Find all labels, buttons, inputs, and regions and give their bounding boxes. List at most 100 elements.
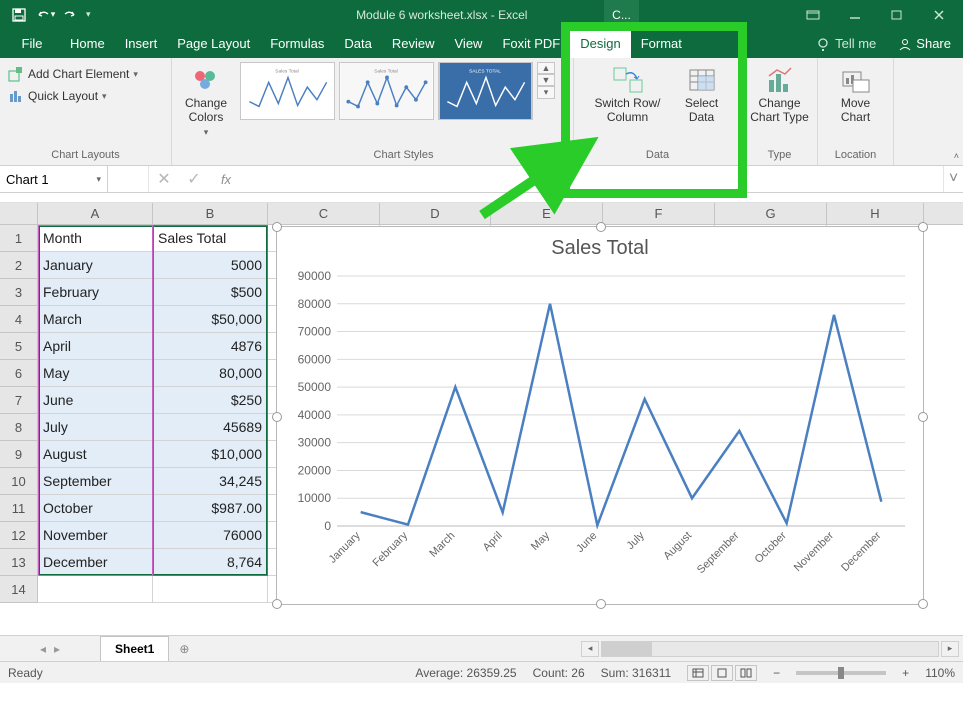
cell[interactable]: January (38, 252, 153, 279)
cell[interactable]: September (38, 468, 153, 495)
row-header[interactable]: 1 (0, 225, 38, 252)
row-header[interactable]: 4 (0, 306, 38, 333)
gallery-up-button[interactable]: ▲ (537, 62, 555, 74)
row-header[interactable]: 3 (0, 279, 38, 306)
redo-button[interactable] (60, 5, 82, 25)
gallery-more-button[interactable]: ▾ (537, 86, 555, 99)
tab-file[interactable]: File (4, 29, 60, 58)
column-header-g[interactable]: G (715, 203, 827, 224)
move-chart-button[interactable]: Move Chart (837, 62, 875, 129)
chart-plot-area[interactable]: 0100002000030000400005000060000700008000… (277, 266, 925, 596)
cell[interactable]: $10,000 (153, 441, 268, 468)
cell[interactable]: $500 (153, 279, 268, 306)
column-header-a[interactable]: A (38, 203, 153, 224)
share-button[interactable]: Share (886, 29, 963, 58)
sheet-nav-next[interactable]: ▸ (54, 642, 60, 656)
row-header[interactable]: 2 (0, 252, 38, 279)
row-header[interactable]: 6 (0, 360, 38, 387)
cell[interactable]: December (38, 549, 153, 576)
cell[interactable]: April (38, 333, 153, 360)
row-header[interactable]: 7 (0, 387, 38, 414)
select-all-corner[interactable] (0, 203, 38, 224)
tab-view[interactable]: View (445, 29, 493, 58)
zoom-out-button[interactable]: − (773, 666, 780, 680)
enter-formula-button[interactable]: ✓ (179, 169, 209, 189)
undo-button[interactable]: ▾ (34, 5, 56, 25)
tab-insert[interactable]: Insert (115, 29, 168, 58)
scroll-left-button[interactable]: ◂ (581, 641, 599, 657)
cell[interactable] (153, 576, 268, 603)
gallery-down-button[interactable]: ▼ (537, 74, 555, 86)
zoom-level[interactable]: 110% (925, 666, 955, 680)
row-header[interactable]: 10 (0, 468, 38, 495)
row-header[interactable]: 11 (0, 495, 38, 522)
cell[interactable]: July (38, 414, 153, 441)
tab-formulas[interactable]: Formulas (260, 29, 334, 58)
cell[interactable]: 76000 (153, 522, 268, 549)
cell[interactable]: $50,000 (153, 306, 268, 333)
cell[interactable]: $987.00 (153, 495, 268, 522)
spreadsheet-grid[interactable]: 1MonthSales Total2January50003February$5… (0, 225, 963, 635)
maximize-button[interactable] (877, 5, 917, 25)
embedded-chart[interactable]: Sales Total 0100002000030000400005000060… (276, 226, 924, 605)
row-header[interactable]: 13 (0, 549, 38, 576)
minimize-button[interactable] (835, 5, 875, 25)
cell[interactable]: February (38, 279, 153, 306)
expand-formula-bar-button[interactable]: ˅ (943, 166, 963, 192)
quick-layout-button[interactable]: Quick Layout ▾ (6, 86, 140, 106)
tab-review[interactable]: Review (382, 29, 445, 58)
cell[interactable]: August (38, 441, 153, 468)
chart-style-3[interactable]: SALES TOTAL (438, 62, 533, 120)
cell[interactable]: October (38, 495, 153, 522)
cell[interactable]: 80,000 (153, 360, 268, 387)
cell[interactable]: 45689 (153, 414, 268, 441)
cell[interactable]: March (38, 306, 153, 333)
tab-data[interactable]: Data (334, 29, 381, 58)
cell[interactable]: 8,764 (153, 549, 268, 576)
ribbon-display-options[interactable] (793, 5, 833, 25)
sheet-nav-prev[interactable]: ◂ (40, 642, 46, 656)
chart-style-1[interactable]: Sales Total (240, 62, 335, 120)
tab-page-layout[interactable]: Page Layout (167, 29, 260, 58)
cell[interactable]: $250 (153, 387, 268, 414)
cell[interactable]: November (38, 522, 153, 549)
change-colors-button[interactable]: Change Colors ▾ (178, 62, 234, 142)
cell[interactable]: 34,245 (153, 468, 268, 495)
column-header-f[interactable]: F (603, 203, 715, 224)
cell[interactable] (38, 576, 153, 603)
cell[interactable]: Month (38, 225, 153, 252)
row-header[interactable]: 9 (0, 441, 38, 468)
add-chart-element-button[interactable]: Add Chart Element ▾ (6, 64, 140, 84)
tell-me-search[interactable]: Tell me (807, 29, 886, 58)
sheet-tab-sheet1[interactable]: Sheet1 (100, 636, 169, 661)
cell[interactable]: 5000 (153, 252, 268, 279)
cancel-formula-button[interactable]: ✕ (149, 169, 179, 189)
tab-foxit-pdf[interactable]: Foxit PDF (492, 29, 570, 58)
column-header-h[interactable]: H (827, 203, 924, 224)
chart-title[interactable]: Sales Total (277, 227, 923, 266)
insert-function-button[interactable]: fx (209, 172, 239, 187)
view-page-break-button[interactable] (735, 665, 757, 681)
scroll-right-button[interactable]: ▸ (941, 641, 959, 657)
save-button[interactable] (8, 5, 30, 25)
cell[interactable]: June (38, 387, 153, 414)
row-header[interactable]: 8 (0, 414, 38, 441)
row-header[interactable]: 5 (0, 333, 38, 360)
cell[interactable]: May (38, 360, 153, 387)
row-header[interactable]: 12 (0, 522, 38, 549)
horizontal-scrollbar[interactable]: ◂ ▸ (577, 636, 963, 661)
add-sheet-button[interactable]: ⊕ (169, 636, 199, 661)
change-chart-type-button[interactable]: Change Chart Type (746, 62, 812, 129)
view-normal-button[interactable] (687, 665, 709, 681)
zoom-in-button[interactable]: + (902, 666, 909, 680)
column-header-c[interactable]: C (268, 203, 380, 224)
view-page-layout-button[interactable] (711, 665, 733, 681)
cell[interactable]: 4876 (153, 333, 268, 360)
collapse-ribbon-button[interactable]: ˄ (954, 151, 959, 161)
row-header[interactable]: 14 (0, 576, 38, 603)
name-box[interactable]: Chart 1 ▾ (0, 166, 108, 192)
zoom-slider[interactable] (796, 671, 886, 675)
chart-styles-gallery[interactable]: Sales Total Sales Total SALES TOTAL (240, 62, 533, 120)
cell[interactable]: Sales Total (153, 225, 268, 252)
column-header-b[interactable]: B (153, 203, 268, 224)
